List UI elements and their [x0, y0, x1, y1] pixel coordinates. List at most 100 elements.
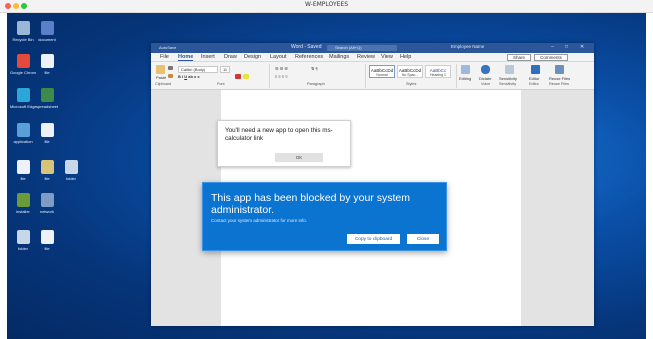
open-app-message: You'll need a new app to open this ms-ca…: [225, 127, 333, 142]
maximize-icon[interactable]: □: [565, 44, 568, 50]
cut-icon[interactable]: [168, 66, 173, 70]
desktop-shortcut-label: Google Chrome: [10, 70, 36, 75]
group-reuse-files: Reuse Files: [549, 82, 570, 86]
desktop-shortcut[interactable]: file: [10, 160, 36, 188]
blocked-dialog-subtitle: Contact your system administrator for mo…: [211, 218, 308, 223]
file-icon: [40, 230, 54, 244]
style-name: Normal: [376, 73, 388, 77]
dictate-label[interactable]: Dictate: [479, 76, 491, 81]
ribbon-separator: [456, 64, 457, 88]
tab-layout[interactable]: Layout: [270, 54, 287, 60]
bullets-icon[interactable]: ☰ ☰ ☰: [275, 66, 288, 71]
app-icon: [16, 123, 30, 137]
tab-file[interactable]: File: [160, 54, 169, 60]
close-icon[interactable]: ✕: [580, 44, 584, 50]
editing-label[interactable]: Editing: [459, 76, 471, 81]
edge-icon: [16, 88, 30, 102]
tab-review[interactable]: Review: [357, 54, 375, 60]
share-button[interactable]: Share: [507, 54, 531, 61]
desktop-shortcut-label: file: [44, 70, 50, 75]
recycle-bin-icon: [16, 21, 30, 35]
search-box[interactable]: Search (Alt+Q): [327, 45, 397, 51]
desktop-shortcut[interactable]: file: [34, 230, 60, 258]
file-icon: [16, 160, 30, 174]
desktop-shortcut[interactable]: folder: [10, 230, 36, 258]
desktop-shortcut[interactable]: file: [34, 123, 60, 151]
font-color-icon[interactable]: [235, 74, 241, 79]
desktop-shortcut[interactable]: spreadsheet: [34, 88, 60, 116]
microphone-icon[interactable]: [481, 65, 490, 74]
folder-icon: [64, 160, 78, 174]
autosave-toggle[interactable]: AutoSave: [159, 45, 176, 50]
desktop-shortcut-label: folder: [17, 246, 28, 251]
font-format-row[interactable]: B I U ab x x: [178, 74, 200, 79]
desktop-shortcut-label: folder: [65, 176, 76, 181]
group-paragraph: Paragraph: [307, 82, 325, 86]
paste-label: Paste: [156, 75, 167, 80]
style-heading-1[interactable]: AaBbCc Heading 1: [425, 65, 451, 78]
sort-icon[interactable]: ⇅ ¶: [311, 66, 318, 71]
window-titlebar: W-EMPLOYEES: [0, 0, 653, 13]
style-normal[interactable]: AaBbCcDd Normal: [369, 65, 395, 78]
tab-references[interactable]: References: [295, 54, 323, 60]
menu-bar: File Home Insert Draw Design Layout Refe…: [151, 53, 594, 62]
document-title: Word - Saved: [291, 44, 322, 50]
tab-mailings[interactable]: Mailings: [329, 54, 349, 60]
group-clipboard: Clipboard: [155, 82, 172, 86]
align-icon[interactable]: ≡ ≡ ≡ ≡: [275, 74, 288, 79]
sensitivity-icon[interactable]: [505, 65, 514, 74]
desktop-shortcut-label: file: [44, 139, 50, 144]
desktop-shortcut[interactable]: document: [34, 21, 60, 49]
user-name[interactable]: Employee Name: [451, 44, 484, 49]
spreadsheet-icon: [40, 88, 54, 102]
tab-design[interactable]: Design: [244, 54, 261, 60]
reuse-files-label[interactable]: Reuse Files: [549, 76, 570, 81]
desktop-shortcut[interactable]: folder: [58, 160, 84, 188]
tab-view[interactable]: View: [381, 54, 393, 60]
desktop-shortcut[interactable]: file: [34, 54, 60, 82]
tab-insert[interactable]: Insert: [201, 54, 215, 60]
desktop-shortcut[interactable]: network: [34, 193, 60, 221]
editor-icon[interactable]: [531, 65, 540, 74]
document-icon: [40, 21, 54, 35]
style-name: Heading 1: [430, 73, 446, 77]
desktop-shortcut-label: Recycle Bin: [12, 37, 34, 42]
window-title: W-EMPLOYEES: [304, 1, 349, 8]
format-painter-icon[interactable]: [168, 74, 173, 78]
desktop-shortcut[interactable]: installer: [10, 193, 36, 221]
minimize-icon[interactable]: –: [551, 44, 554, 50]
tab-home[interactable]: Home: [178, 54, 194, 61]
highlight-icon[interactable]: [243, 74, 249, 79]
desktop-shortcut[interactable]: Microsoft Edge: [10, 88, 36, 116]
desktop-shortcut-label: spreadsheet: [35, 104, 58, 109]
find-icon[interactable]: [461, 65, 470, 74]
ok-button[interactable]: OK: [275, 153, 323, 162]
desktop-shortcut-label: application: [13, 139, 33, 144]
reuse-files-icon[interactable]: [555, 65, 564, 74]
sensitivity-label[interactable]: Sensitivity: [499, 76, 517, 81]
desktop-shortcut[interactable]: file: [34, 160, 60, 188]
open-app-dialog: You'll need a new app to open this ms-ca…: [217, 120, 351, 167]
network-icon: [40, 193, 54, 207]
word-titlebar: AutoSave Word - Saved Search (Alt+Q) Emp…: [151, 43, 594, 53]
desktop-shortcut[interactable]: Google Chrome: [10, 54, 36, 82]
comments-button[interactable]: Comments: [534, 54, 568, 61]
desktop-shortcut-label: document: [38, 37, 56, 42]
style-no-spacing[interactable]: AaBbCcDd No Spac...: [397, 65, 423, 78]
close-button[interactable]: Close: [407, 234, 439, 244]
group-editor: Editor: [529, 82, 539, 86]
desktop-shortcut[interactable]: Recycle Bin: [10, 21, 36, 49]
folder-icon: [16, 230, 30, 244]
font-size-select[interactable]: 11: [220, 66, 230, 73]
editor-label[interactable]: Editor: [529, 76, 539, 81]
font-name-select[interactable]: Calibri (Body): [178, 66, 218, 73]
desktop-shortcut-label: network: [39, 209, 54, 214]
style-name: No Spac...: [401, 73, 419, 77]
group-styles: Styles: [406, 82, 417, 86]
copy-to-clipboard-button[interactable]: Copy to clipboard: [347, 234, 400, 244]
tab-draw[interactable]: Draw: [224, 54, 237, 60]
desktop-shortcut[interactable]: application: [10, 123, 36, 151]
desktop-shortcut-label: Microsoft Edge: [10, 104, 36, 109]
paste-icon[interactable]: [156, 65, 165, 74]
tab-help[interactable]: Help: [400, 54, 411, 60]
